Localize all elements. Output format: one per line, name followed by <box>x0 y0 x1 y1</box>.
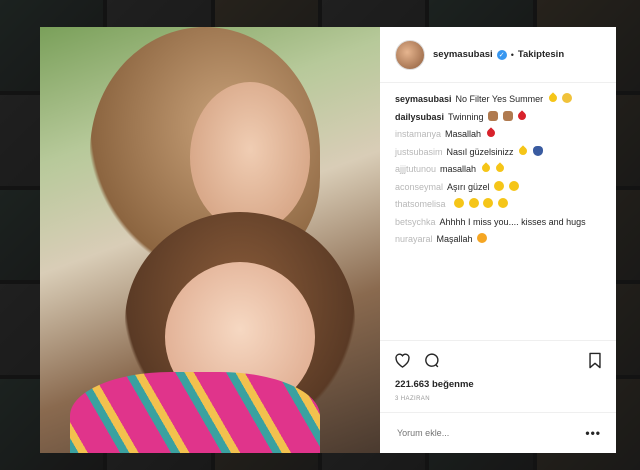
comment-text: Masallah <box>445 129 482 139</box>
comment-input[interactable] <box>395 427 586 439</box>
comment-text: Ahhhh I miss you.... kisses and hugs <box>439 216 586 227</box>
photo-region <box>190 82 310 232</box>
caption-username[interactable]: seymasubasi <box>395 94 452 104</box>
post-header: seymasubasi ✓ • Takiptesin <box>380 27 616 83</box>
comment-item: instamanya Masallah <box>395 126 601 144</box>
likes-count[interactable]: 221.663 beğenme <box>380 379 616 390</box>
comment-text: Maşallah <box>436 234 473 244</box>
comment-item: thatsomelisa <box>395 196 601 214</box>
separator-dot: • <box>510 49 514 60</box>
yellow-heart-icon <box>546 92 559 104</box>
comment-item: aconseymal Aşırı güzel <box>395 179 601 197</box>
avatar[interactable] <box>395 39 425 70</box>
heart-eyes-face-icon <box>454 198 465 208</box>
heart-eyes-face-icon <box>508 180 519 191</box>
comment-text: Nasıl güzelsinizz <box>446 146 514 157</box>
yellow-heart-icon <box>479 162 492 174</box>
post-date: 3 HAZIRAN <box>395 396 430 402</box>
comment-username[interactable]: instamanya <box>395 129 441 139</box>
red-heart-icon <box>516 109 528 122</box>
photo-region <box>70 372 320 453</box>
comment-text: masallah <box>440 164 477 174</box>
verified-badge-icon: ✓ <box>496 49 507 60</box>
red-heart-icon <box>484 127 497 139</box>
police-officer-icon <box>532 145 543 156</box>
heart-icon[interactable] <box>394 352 411 368</box>
comments-list: seymasubasi No Filter Yes Summer dailysub… <box>380 83 616 340</box>
face-blowing-kiss-icon <box>477 233 488 243</box>
comment-text: Aşırı güzel <box>447 181 490 192</box>
heart-eyes-face-icon <box>494 180 505 191</box>
heart-eyes-face-icon <box>483 198 494 208</box>
yellow-heart-icon <box>517 144 529 157</box>
comment-item: betsychka Ahhhh I miss you.... kisses and… <box>395 214 601 232</box>
comment-username[interactable]: betsychka <box>395 217 436 227</box>
yellow-heart-icon <box>494 162 506 174</box>
comment-text: Twinning <box>448 111 484 122</box>
person-icon <box>502 110 513 121</box>
post-modal: seymasubasi ✓ • Takiptesin seymasubasi No… <box>40 27 616 453</box>
comment-username[interactable]: thatsomelisa <box>395 199 446 209</box>
add-comment-bar: ••• <box>380 412 616 453</box>
comment-item: justsubasim Nasıl güzelsinizz <box>395 144 601 162</box>
heart-eyes-face-icon <box>497 198 508 208</box>
comment-username[interactable]: justsubasim <box>395 147 443 157</box>
post-sidebar: seymasubasi ✓ • Takiptesin seymasubasi No… <box>380 27 616 453</box>
comment-item: nurayaral Maşallah <box>395 231 601 249</box>
action-bar <box>380 340 616 379</box>
bookmark-icon[interactable] <box>588 352 602 369</box>
comment-item: dailysubasi Twinning <box>395 109 601 127</box>
comment-username[interactable]: dailysubasi <box>395 112 444 122</box>
comment-username[interactable]: aconseymal <box>395 182 443 192</box>
person-icon <box>488 110 499 121</box>
comment-icon[interactable] <box>423 352 440 369</box>
caption-text: No Filter Yes Summer <box>455 94 544 104</box>
comment-item: ajjjtutunou masallah <box>395 161 601 179</box>
more-options-button[interactable]: ••• <box>585 426 601 440</box>
comment-username[interactable]: nurayaral <box>395 234 433 244</box>
sun-icon <box>562 93 573 103</box>
heart-eyes-face-icon <box>468 198 479 208</box>
post-photo[interactable] <box>40 27 380 453</box>
comment-username[interactable]: ajjjtutunou <box>395 164 436 174</box>
post-username[interactable]: seymasubasi <box>433 49 493 60</box>
caption: seymasubasi No Filter Yes Summer <box>395 91 601 109</box>
follow-button[interactable]: Takiptesin <box>518 49 564 60</box>
